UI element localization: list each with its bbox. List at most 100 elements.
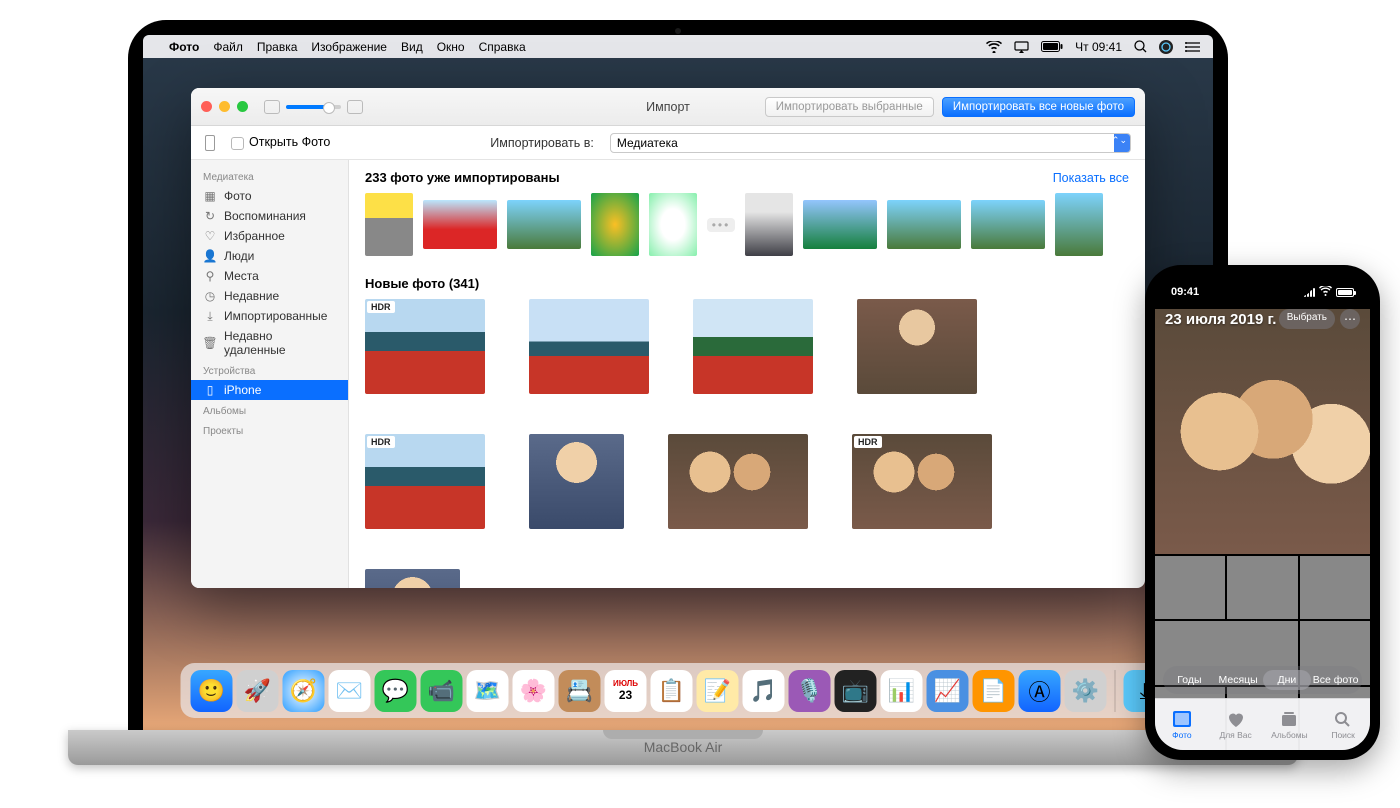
ios-grid-photo[interactable] xyxy=(1155,556,1225,619)
desktop: Импорт Импортировать выбранные Импортиро… xyxy=(143,58,1213,730)
thumb[interactable] xyxy=(423,200,497,249)
import-all-button[interactable]: Импортировать все новые фото xyxy=(942,97,1135,117)
sidebar-item-label: Воспоминания xyxy=(224,209,306,223)
ios-hero-photo[interactable] xyxy=(1155,309,1370,554)
tab-label: Поиск xyxy=(1331,730,1355,740)
airplay-icon[interactable] xyxy=(1014,41,1029,53)
menubar-clock[interactable]: Чт 09:41 xyxy=(1075,40,1122,54)
dock-contacts-icon[interactable]: 📇 xyxy=(559,670,601,712)
sidebar-item-memories[interactable]: ↻Воспоминания xyxy=(191,206,348,226)
segment-months[interactable]: Месяцы xyxy=(1214,670,1263,690)
open-photos-label: Открыть Фото xyxy=(249,135,330,149)
ios-grid-photo[interactable] xyxy=(1300,556,1370,619)
dock-finder-icon[interactable]: 🙂 xyxy=(191,670,233,712)
dock-messages-icon[interactable]: 💬 xyxy=(375,670,417,712)
photo-cell[interactable] xyxy=(857,299,977,394)
dock-numbers-icon[interactable]: 📊 xyxy=(881,670,923,712)
dock-pages-icon[interactable]: 📄 xyxy=(973,670,1015,712)
photo-cell[interactable]: HDR xyxy=(365,434,485,529)
close-icon[interactable] xyxy=(201,101,212,112)
sidebar-item-label: Импортированные xyxy=(224,309,327,323)
tab-photos[interactable]: Фото xyxy=(1155,699,1209,750)
open-photos-checkbox[interactable]: Открыть Фото xyxy=(231,135,330,149)
photo-cell[interactable] xyxy=(529,434,624,529)
tab-search[interactable]: Поиск xyxy=(1316,699,1370,750)
show-all-link[interactable]: Показать все xyxy=(1053,171,1129,185)
menubar-app-name[interactable]: Фото xyxy=(169,40,199,54)
thumb[interactable] xyxy=(365,193,413,256)
spotlight-icon[interactable] xyxy=(1134,40,1147,53)
ios-tab-bar: Фото Для Вас Альбомы Поиск xyxy=(1155,698,1370,750)
segment-all[interactable]: Все фото xyxy=(1311,670,1360,690)
dock-notes-icon[interactable]: 📝 xyxy=(697,670,739,712)
menu-image[interactable]: Изображение xyxy=(311,40,387,54)
dock-reminders-icon[interactable]: 📋 xyxy=(651,670,693,712)
segment-days[interactable]: Дни xyxy=(1263,670,1312,690)
menu-help[interactable]: Справка xyxy=(479,40,526,54)
dock-settings-icon[interactable]: ⚙️ xyxy=(1065,670,1107,712)
more-icon[interactable]: ⋯ xyxy=(1340,309,1360,329)
wifi-icon[interactable] xyxy=(986,41,1002,53)
tab-albums[interactable]: Альбомы xyxy=(1263,699,1317,750)
thumb[interactable] xyxy=(803,200,877,249)
aspect-toggle-icon[interactable] xyxy=(347,100,363,114)
photo-cell[interactable] xyxy=(365,569,460,588)
macos-menubar: Фото Файл Правка Изображение Вид Окно Сп… xyxy=(143,35,1213,58)
battery-icon[interactable] xyxy=(1041,41,1063,52)
segment-years[interactable]: Годы xyxy=(1165,670,1214,690)
photo-cell[interactable]: HDR xyxy=(365,299,485,394)
thumbnail-size-slider[interactable] xyxy=(286,105,341,109)
dock-appstore-icon[interactable]: Ⓐ xyxy=(1019,670,1061,712)
import-selected-button[interactable]: Импортировать выбранные xyxy=(765,97,934,117)
thumb[interactable] xyxy=(887,200,961,249)
sidebar-item-iphone-device[interactable]: ▯iPhone xyxy=(191,380,348,400)
thumb[interactable] xyxy=(971,200,1045,249)
dock-keynote-icon[interactable]: 📈 xyxy=(927,670,969,712)
minimize-icon[interactable] xyxy=(219,101,230,112)
select-button[interactable]: Выбрать xyxy=(1279,309,1335,329)
tab-for-you[interactable]: Для Вас xyxy=(1209,699,1263,750)
photo-cell[interactable] xyxy=(693,299,813,394)
ios-grid-photo[interactable] xyxy=(1227,556,1297,619)
thumb[interactable] xyxy=(591,193,639,256)
menu-window[interactable]: Окно xyxy=(437,40,465,54)
sidebar-item-favorites[interactable]: ♡Избранное xyxy=(191,226,348,246)
sidebar-item-recently-deleted[interactable]: 🗑Недавно удаленные xyxy=(191,326,348,360)
thumb[interactable] xyxy=(745,193,793,256)
photo-cell[interactable] xyxy=(668,434,808,529)
dock-mail-icon[interactable]: ✉️ xyxy=(329,670,371,712)
macbook-model-label: MacBook Air xyxy=(644,739,723,755)
control-center-icon[interactable] xyxy=(1185,41,1201,53)
dock-itunes-icon[interactable]: 🎵 xyxy=(743,670,785,712)
dock-calendar-icon[interactable]: ИЮЛЬ23 xyxy=(605,670,647,712)
device-phone-icon xyxy=(205,135,215,151)
dock-launchpad-icon[interactable]: 🚀 xyxy=(237,670,279,712)
sidebar-toggle-icon[interactable] xyxy=(264,100,280,114)
menu-view[interactable]: Вид xyxy=(401,40,423,54)
menu-edit[interactable]: Правка xyxy=(257,40,298,54)
dock-tv-icon[interactable]: 📺 xyxy=(835,670,877,712)
thumb[interactable] xyxy=(649,193,697,256)
thumb[interactable] xyxy=(1055,193,1103,256)
fullscreen-icon[interactable] xyxy=(237,101,248,112)
dock-safari-icon[interactable]: 🧭 xyxy=(283,670,325,712)
menu-file[interactable]: Файл xyxy=(213,40,243,54)
photo-cell[interactable]: HDR xyxy=(852,434,992,529)
more-icon[interactable]: ••• xyxy=(707,218,735,232)
dock-podcasts-icon[interactable]: 🎙️ xyxy=(789,670,831,712)
sidebar-item-photos[interactable]: ▦Фото xyxy=(191,186,348,206)
import-to-select[interactable]: Медиатека xyxy=(610,133,1131,153)
dock-facetime-icon[interactable]: 📹 xyxy=(421,670,463,712)
photo-cell[interactable] xyxy=(529,299,649,394)
window-titlebar[interactable]: Импорт Импортировать выбранные Импортиро… xyxy=(191,88,1145,126)
sidebar-item-recents[interactable]: ◷Недавние xyxy=(191,286,348,306)
dock-maps-icon[interactable]: 🗺️ xyxy=(467,670,509,712)
sidebar-item-imported[interactable]: ⤓Импортированные xyxy=(191,306,348,326)
import-to-value: Медиатека xyxy=(617,136,678,150)
sidebar-item-places[interactable]: ⚲Места xyxy=(191,266,348,286)
heart-icon: ♡ xyxy=(203,229,217,243)
sidebar-item-people[interactable]: 👤Люди xyxy=(191,246,348,266)
siri-icon[interactable] xyxy=(1159,40,1173,54)
thumb[interactable] xyxy=(507,200,581,249)
dock-photos-icon[interactable]: 🌸 xyxy=(513,670,555,712)
